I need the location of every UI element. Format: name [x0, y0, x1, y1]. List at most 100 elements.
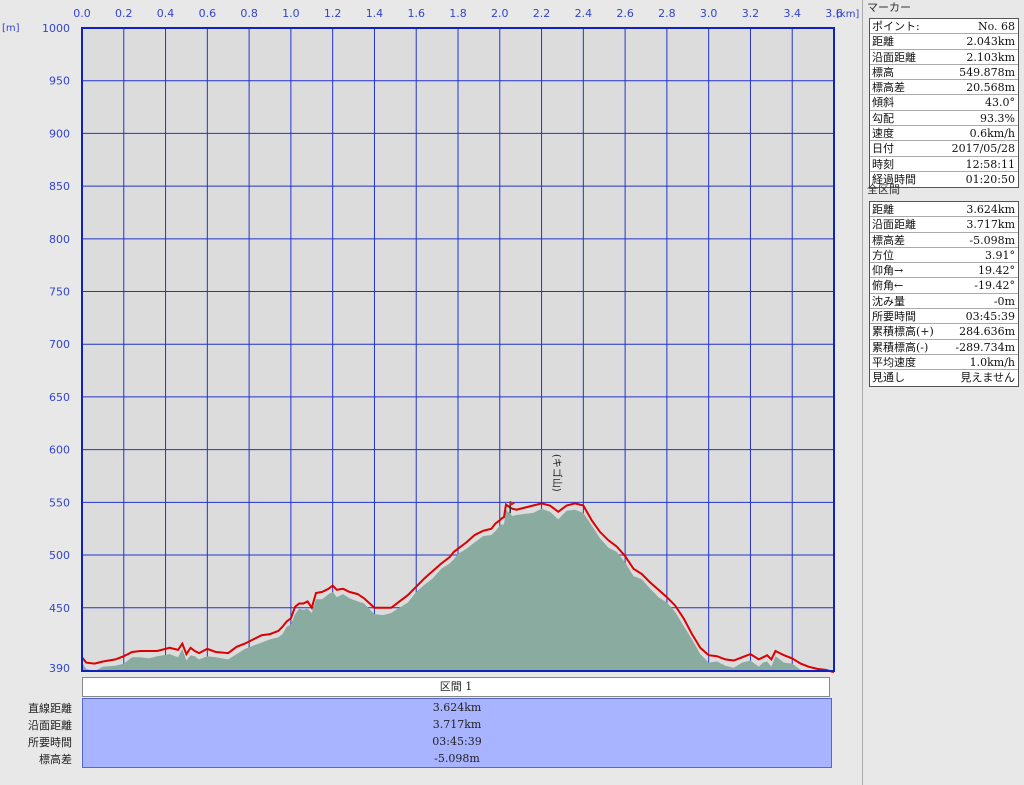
whole-panel-title: 全区間 — [867, 183, 900, 196]
x-tick-label: 2.8 — [658, 7, 676, 20]
x-axis-ticks: 0.0 0.2 0.4 0.6 0.8 1.0 1.2 1.4 1.6 1.8 2.0 2.2 2.4 2… — [73, 7, 843, 20]
section-straight-distance-label: 直線距離 — [28, 702, 72, 715]
whole-info-row: 俯角← -19.42° — [870, 278, 1018, 294]
marker-info-value: 549.878m — [959, 65, 1015, 79]
x-tick-label: 2.4 — [575, 7, 593, 20]
x-tick-label: 3.4 — [783, 7, 801, 20]
x-tick-label: 1.8 — [449, 7, 467, 20]
whole-info-key: 方位 — [872, 248, 894, 262]
marker-info-row: 標高差 20.568m — [870, 80, 1018, 96]
marker-info-value: 2017/05/28 — [951, 142, 1015, 156]
x-tick-label: 1.6 — [407, 7, 425, 20]
whole-info-value: -289.734m — [955, 340, 1015, 354]
whole-info-value: 03:45:39 — [965, 310, 1015, 324]
x-tick-label: 3.2 — [742, 7, 760, 20]
y-tick-label: 550 — [49, 496, 70, 509]
whole-info-key: 標高差 — [872, 233, 905, 247]
whole-info-key: 仰角→ — [872, 264, 904, 278]
whole-info-row: 沈み量 -0m — [870, 294, 1018, 310]
y-unit-label: [m] — [2, 23, 20, 34]
marker-info-table: ポイント: No. 68 距離 2.043km 沿面距離 2.103km 標高 549.878… — [869, 18, 1019, 189]
whole-info-row: 距離 3.624km — [870, 202, 1018, 218]
whole-info-row: 方位 3.91° — [870, 248, 1018, 264]
y-tick-label: 500 — [49, 549, 70, 562]
whole-info-row: 累積標高(-) -289.734m — [870, 340, 1018, 355]
whole-info-key: 累積標高(+) — [872, 325, 934, 339]
x-tick-label: 3.0 — [700, 7, 718, 20]
x-tick-label: 1.2 — [324, 7, 342, 20]
marker-info-row: 距離 2.043km — [870, 34, 1018, 50]
x-tick-label: 1.4 — [366, 7, 384, 20]
marker-panel-title: マーカー — [867, 1, 911, 14]
section-surface-distance-label: 沿面距離 — [28, 719, 72, 732]
y-tick-label: 950 — [49, 75, 70, 88]
whole-info-row: 沿面距離 3.717km — [870, 217, 1018, 233]
peak-label: (キゴ山) — [551, 454, 564, 492]
whole-info-row: 見通し 見えません — [870, 370, 1018, 385]
whole-info-table: 距離 3.624km 沿面距離 3.717km 標高差 -5.098m 方位 3.91° 仰角→… — [869, 201, 1019, 387]
marker-info-value: 43.0° — [985, 96, 1015, 110]
whole-info-value: 284.636m — [959, 325, 1015, 339]
whole-info-key: 沿面距離 — [872, 218, 916, 232]
y-tick-label: 850 — [49, 180, 70, 193]
marker-info-row: 傾斜 43.0° — [870, 95, 1018, 111]
whole-info-value: -0m — [993, 294, 1015, 308]
marker-info-row: 速度 0.6km/h — [870, 126, 1018, 142]
marker-info-key: ポイント: — [872, 20, 920, 33]
y-tick-label: 390 — [49, 662, 70, 675]
x-tick-label: 0.2 — [115, 7, 133, 20]
whole-info-value: 3.624km — [966, 203, 1015, 216]
section-duration-label: 所要時間 — [28, 736, 72, 749]
marker-info-row: 勾配 93.3% — [870, 111, 1018, 127]
y-tick-label: 1000 — [42, 22, 70, 35]
section-labels: 直線距離 沿面距離 所要時間 標高差 — [0, 700, 72, 768]
marker-info-row: ポイント: No. 68 — [870, 19, 1018, 35]
whole-info-row: 所要時間 03:45:39 — [870, 309, 1018, 325]
whole-info-value: 19.42° — [978, 264, 1015, 278]
marker-info-value: 2.103km — [966, 50, 1015, 64]
whole-info-key: 所要時間 — [872, 310, 916, 324]
marker-info-value: 0.6km/h — [969, 127, 1015, 141]
x-tick-label: 1.0 — [282, 7, 300, 20]
y-tick-label: 600 — [49, 444, 70, 457]
marker-info-key: 標高差 — [872, 81, 905, 95]
whole-info-row: 仰角→ 19.42° — [870, 263, 1018, 279]
x-tick-label: 0.6 — [199, 7, 217, 20]
whole-info-key: 俯角← — [872, 279, 904, 293]
elevation-chart[interactable]: 1000 950 900 850 800 750 700 650 600 550 500 450 390… — [0, 0, 862, 680]
marker-info-value: 93.3% — [980, 111, 1015, 125]
section-duration-value: 03:45:39 — [432, 735, 482, 748]
whole-info-row: 平均速度 1.0km/h — [870, 355, 1018, 371]
section-elevation-diff-value: -5.098m — [434, 752, 480, 765]
whole-info-key: 沈み量 — [872, 294, 905, 308]
marker-info-value: 2.043km — [966, 35, 1015, 49]
y-tick-label: 800 — [49, 233, 70, 246]
whole-info-value: -19.42° — [974, 279, 1015, 293]
marker-info-key: 勾配 — [872, 111, 894, 125]
marker-info-key: 傾斜 — [872, 96, 894, 110]
marker-info-key: 標高 — [872, 65, 894, 79]
whole-info-key: 見通し — [872, 371, 905, 385]
marker-info-key: 速度 — [872, 127, 894, 141]
section-header[interactable]: 区間 1 — [82, 677, 830, 697]
x-tick-label: 2.0 — [491, 7, 509, 20]
whole-info-value: 3.717km — [966, 218, 1015, 232]
marker-info-value: No. 68 — [977, 20, 1015, 33]
marker-info-key: 日付 — [872, 142, 894, 156]
y-axis-ticks: 1000 950 900 850 800 750 700 650 600 550 500 450 390 — [42, 22, 70, 675]
y-tick-label: 450 — [49, 602, 70, 615]
whole-info-row: 標高差 -5.098m — [870, 233, 1018, 248]
whole-info-value: 1.0km/h — [969, 355, 1015, 369]
marker-info-key: 時刻 — [872, 157, 894, 171]
marker-info-row: 時刻 12:58:11 — [870, 157, 1018, 172]
plot-area[interactable] — [81, 27, 835, 674]
whole-info-value: 見えません — [960, 371, 1015, 385]
whole-info-key: 距離 — [872, 203, 894, 216]
x-tick-label: 0.0 — [73, 7, 91, 20]
marker-info-key: 距離 — [872, 35, 894, 49]
x-tick-label: 0.4 — [157, 7, 175, 20]
marker-info-row: 標高 549.878m — [870, 65, 1018, 81]
y-tick-label: 700 — [49, 338, 70, 351]
x-unit-label: [km] — [836, 9, 859, 20]
marker-info-row: 沿面距離 2.103km — [870, 50, 1018, 65]
